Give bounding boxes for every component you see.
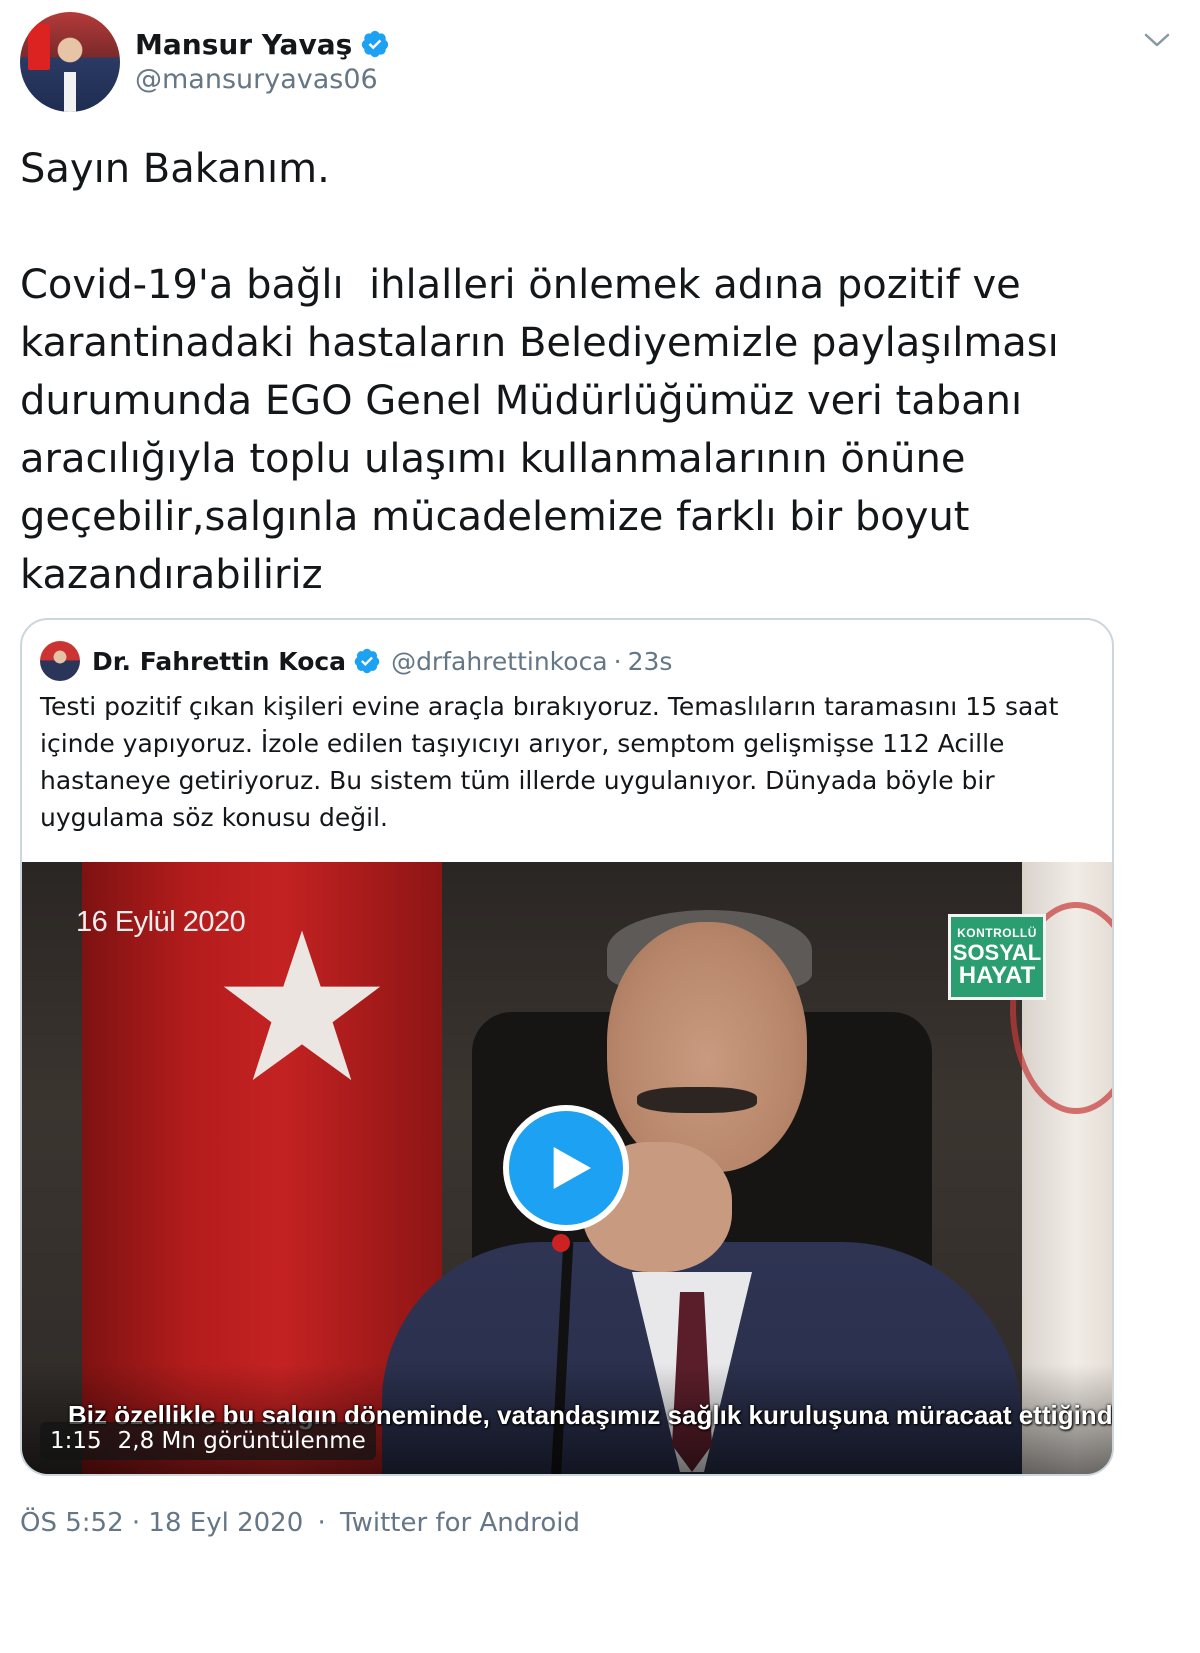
verified-badge-icon — [362, 30, 389, 58]
author-avatar[interactable] — [20, 12, 120, 112]
video-speaker-head — [607, 922, 807, 1172]
video-date-overlay: 16 Eylül 2020 — [76, 906, 246, 938]
quoted-tweet-card[interactable]: Dr. Fahrettin Koca @drfahrettinkoca · 23… — [20, 618, 1114, 1476]
tweet-header: Mansur Yavaş @mansuryavas06 — [20, 12, 1180, 112]
separator-dot: · — [613, 646, 622, 676]
quoted-tweet-header: Dr. Fahrettin Koca @drfahrettinkoca · 23… — [40, 640, 672, 682]
author-handle[interactable]: @mansuryavas06 — [135, 64, 378, 95]
play-icon — [553, 1147, 591, 1189]
separator-dot: · — [317, 1508, 326, 1538]
microphone-icon — [552, 1234, 570, 1252]
quoted-author-avatar — [40, 641, 80, 681]
quoted-author-name: Dr. Fahrettin Koca — [92, 646, 347, 676]
avatar-flag — [28, 24, 50, 70]
play-button[interactable] — [503, 1105, 629, 1231]
video-duration: 1:15 — [50, 1428, 102, 1454]
flag-star-icon — [223, 930, 381, 1081]
quoted-tweet-time: 23s — [627, 646, 673, 676]
badge-line-2: SOSYAL — [952, 939, 1042, 965]
tweet-footer: ÖS 5:52 · 18 Eyl 2020 · Twitter for Andr… — [20, 1508, 586, 1538]
avatar-shirt — [64, 72, 76, 112]
quoted-author-handle: @drfahrettinkoca — [391, 646, 608, 676]
author-display-name[interactable]: Mansur Yavaş — [135, 28, 352, 61]
verified-badge-icon — [354, 648, 380, 674]
quoted-tweet-text: Testi pozitif çıkan kişileri evine araçl… — [40, 692, 1059, 832]
video-speaker-moustache — [637, 1087, 757, 1113]
tweet-text: Sayın Bakanım. Covid-19'a bağlı ihlaller… — [20, 146, 1059, 598]
author-name-row: Mansur Yavaş — [135, 24, 390, 64]
badge-line-1: KONTROLLÜ — [957, 925, 1037, 940]
badge-line-3: HAYAT — [958, 961, 1036, 989]
video-view-count: 2,8 Mn görüntülenme — [117, 1428, 366, 1454]
tweet-source[interactable]: Twitter for Android — [340, 1508, 580, 1538]
chevron-down-icon[interactable] — [1142, 30, 1172, 50]
video-meta-overlay: 1:15 2,8 Mn görüntülenme — [40, 1422, 376, 1460]
kontrollu-sosyal-hayat-badge: KONTROLLÜ SOSYAL HAYAT — [948, 914, 1046, 1000]
video-player[interactable]: 16 Eylül 2020 KONTROLLÜ SOSYAL HAYAT Biz… — [22, 862, 1112, 1474]
tweet-timestamp[interactable]: ÖS 5:52 · 18 Eyl 2020 — [20, 1508, 303, 1538]
